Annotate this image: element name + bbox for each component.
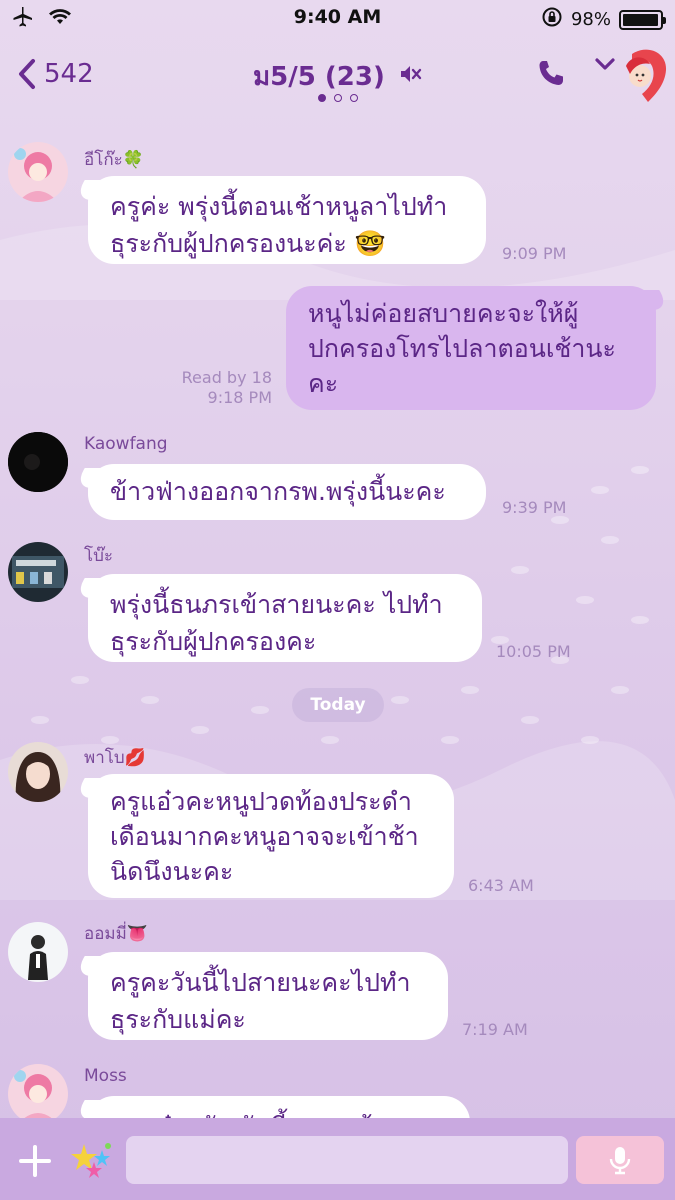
message-bubble[interactable]: พรุ่งนี้ธนภรเข้าสายนะคะ ไปทำ ธุระกับผู้ป…	[88, 574, 482, 662]
message-line: ธุระกับแม่คะ	[110, 1005, 246, 1034]
chat-title: ม5/5 (23)	[253, 62, 385, 92]
message-line: ครูแอ๋วคะหนูปวดท้องประดำ	[110, 787, 412, 816]
message-line: เดือนมากคะหนูอาจจะเข้าช้า	[110, 822, 419, 851]
read-count: Read by 18	[181, 368, 272, 387]
chat-title-area[interactable]: ม5/5 (23)	[0, 56, 675, 97]
message-line: ข้าวฟ่างออกจากรพ.พรุ่งนี้นะคะ	[110, 477, 446, 506]
sender-name: พาโบ💋	[84, 748, 146, 768]
chat-header: 542 ม5/5 (23)	[0, 38, 675, 118]
status-bar: 9:40 AM 98%	[0, 0, 675, 38]
page-indicator	[0, 94, 675, 102]
avatar[interactable]	[8, 742, 68, 802]
plus-icon[interactable]	[18, 1144, 52, 1182]
avatar[interactable]	[8, 542, 68, 602]
page-dot	[317, 94, 326, 102]
rotation-lock-icon	[541, 6, 563, 33]
message-line: ธุระกับผู้ปกครองนะค่ะ 🤓	[110, 229, 386, 258]
battery-icon	[619, 9, 666, 30]
message-line: ครูคะวันนี้ไปสายนะคะไปทำ	[110, 968, 411, 997]
message-time: 7:19 AM	[462, 1020, 528, 1039]
message-time: 6:43 AM	[468, 876, 534, 895]
sender-name: โบ๊ะ	[84, 546, 114, 566]
mermaid-decoration-icon	[612, 44, 670, 106]
message-bubble[interactable]: ครูค่ะ พรุ่งนี้ตอนเช้าหนูลาไปทำ ธุระกับผ…	[88, 176, 486, 264]
message-bubble[interactable]: ข้าวฟ่างออกจากรพ.พรุ่งนี้นะคะ	[88, 464, 486, 520]
chat-area[interactable]: อีโก๊ะ🍀 ครูค่ะ พรุ่งนี้ตอนเช้าหนูลาไปทำ …	[0, 118, 675, 1118]
sender-name: ออมมี่👅	[84, 924, 148, 944]
avatar[interactable]	[8, 432, 68, 492]
page-dot	[333, 94, 342, 102]
message-time: 9:09 PM	[502, 244, 567, 263]
message-line: ธุระกับผู้ปกครองคะ	[110, 627, 317, 656]
microphone-icon	[609, 1147, 631, 1175]
message-bubble[interactable]: ครูแอ๋วครับ วันนี้ผมจะเข้าสายครับ	[88, 1096, 470, 1118]
message-bubble[interactable]: ครูแอ๋วคะหนูปวดท้องประดำ เดือนมากคะหนูอา…	[88, 774, 454, 898]
message-line: คะ	[308, 369, 339, 398]
avatar[interactable]	[8, 1064, 68, 1118]
message-line: ปกครองโทรไปลาตอนเช้านะ	[308, 334, 616, 363]
message-bubble[interactable]: ครูคะวันนี้ไปสายนะคะไปทำ ธุระกับแม่คะ	[88, 952, 448, 1040]
message-time: 9:18 PM	[207, 388, 272, 407]
message-line: พรุ่งนี้ธนภรเข้าสายนะคะ ไปทำ	[110, 590, 443, 619]
message-line: ครูแอ๋วครับ วันนี้ผมจะเข้าสายครับ	[110, 1108, 448, 1118]
page-dot	[349, 94, 358, 102]
message-time: 10:05 PM	[496, 642, 571, 661]
sender-name: อีโก๊ะ🍀	[84, 150, 144, 170]
message-line: หนูไม่ค่อยสบายคะจะให้ผู้	[308, 299, 579, 328]
sticker-icon[interactable]	[70, 1140, 116, 1184]
message-input[interactable]	[126, 1136, 568, 1184]
avatar[interactable]	[8, 142, 68, 202]
message-time: 9:39 PM	[502, 498, 567, 517]
mute-icon	[398, 62, 422, 93]
sender-name: Moss	[84, 1066, 127, 1086]
message-line: นิดนึงนะคะ	[110, 857, 234, 886]
voice-message-button[interactable]	[576, 1136, 664, 1184]
battery-percent: 98%	[570, 9, 611, 30]
read-receipt: Read by 18 9:18 PM	[170, 368, 272, 408]
message-line: ครูค่ะ พรุ่งนี้ตอนเช้าหนูลาไปทำ	[110, 192, 448, 221]
date-divider: Today	[292, 688, 384, 722]
sender-name: Kaowfang	[84, 434, 168, 454]
composer-bar	[0, 1118, 675, 1200]
message-bubble-outgoing[interactable]: หนูไม่ค่อยสบายคะจะให้ผู้ ปกครองโทรไปลาตอ…	[286, 286, 656, 410]
phone-icon[interactable]	[536, 58, 566, 92]
avatar[interactable]	[8, 922, 68, 982]
